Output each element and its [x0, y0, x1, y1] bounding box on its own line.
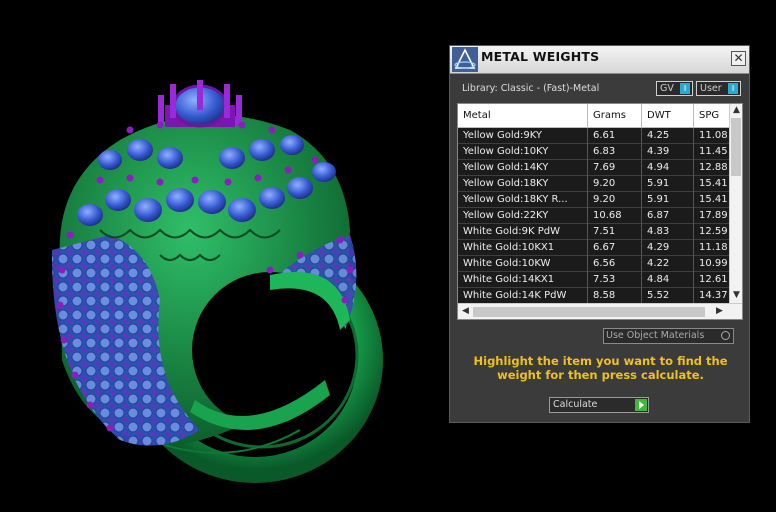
dwt-cell: 4.83 [642, 224, 694, 240]
center-stone [158, 80, 242, 128]
dwt-cell: 5.91 [642, 192, 694, 208]
grams-cell: 6.61 [588, 128, 642, 144]
calculate-label: Calculate [553, 399, 598, 410]
dwt-cell: 6.87 [642, 208, 694, 224]
vertical-scroll-thumb[interactable] [731, 118, 741, 176]
grams-cell: 8.58 [588, 288, 642, 304]
scroll-up-icon[interactable]: ▲ [730, 105, 742, 115]
table-row[interactable]: Yellow Gold:18KY R... 9.20 5.91 15.41 [458, 192, 734, 208]
spg-cell: 11.45 [694, 144, 734, 160]
grams-cell: 10.68 [588, 208, 642, 224]
spg-cell: 17.89 [694, 208, 734, 224]
close-button[interactable]: ✕ [731, 51, 746, 66]
table-row[interactable]: Yellow Gold:9KY 6.61 4.25 11.08 [458, 128, 734, 144]
scroll-right-icon[interactable]: ▶ [713, 306, 726, 316]
column-header-spg[interactable]: SPG [694, 104, 734, 127]
grams-cell: 7.53 [588, 272, 642, 288]
table-row[interactable]: White Gold:10KW 6.56 4.22 10.99 [458, 256, 734, 272]
grams-cell: 7.51 [588, 224, 642, 240]
grams-cell: 6.67 [588, 240, 642, 256]
metal-cell: White Gold:9K PdW [458, 224, 588, 240]
scroll-left-icon[interactable]: ◀ [459, 306, 472, 316]
vertical-scrollbar[interactable]: ▲ ▼ [729, 104, 742, 303]
grams-cell: 9.20 [588, 192, 642, 208]
spg-cell: 14.37 [694, 288, 734, 304]
spg-cell: 12.59 [694, 224, 734, 240]
app-logo-icon [452, 47, 478, 72]
user-toggle[interactable]: User I [696, 81, 741, 96]
table-row[interactable]: Yellow Gold:10KY 6.83 4.39 11.45 [458, 144, 734, 160]
metal-cell: White Gold:14KX1 [458, 272, 588, 288]
dwt-cell: 4.29 [642, 240, 694, 256]
metal-weights-table: Metal Grams DWT SPG Yellow Gold:9KY 6.61 4… [457, 103, 743, 320]
grams-cell: 6.83 [588, 144, 642, 160]
grams-cell: 9.20 [588, 176, 642, 192]
metal-cell: Yellow Gold:22KY [458, 208, 588, 224]
user-toggle-indicator-icon: I [728, 83, 738, 94]
metal-cell: Yellow Gold:18KY R... [458, 192, 588, 208]
table-header: Metal Grams DWT SPG [458, 104, 734, 128]
dwt-cell: 5.91 [642, 176, 694, 192]
table-row[interactable]: White Gold:9K PdW 7.51 4.83 12.59 [458, 224, 734, 240]
metal-weights-panel: METAL WEIGHTS ✕ Library: Classic - (Fast… [449, 45, 750, 423]
dwt-cell: 4.39 [642, 144, 694, 160]
instruction-text: Highlight the item you want to find the … [473, 354, 728, 382]
ring-model [51, 80, 383, 483]
horizontal-scroll-thumb[interactable] [473, 307, 705, 317]
grams-cell: 6.56 [588, 256, 642, 272]
panel-title: METAL WEIGHTS [481, 49, 600, 64]
dwt-cell: 4.25 [642, 128, 694, 144]
metal-cell: Yellow Gold:9KY [458, 128, 588, 144]
gv-toggle-label: GV [660, 83, 674, 94]
library-label: Library: Classic - (Fast)-Metal [462, 83, 600, 94]
gv-toggle-indicator-icon: I [680, 83, 690, 94]
spg-cell: 15.41 [694, 176, 734, 192]
metal-cell: White Gold:14K PdW [458, 288, 588, 304]
3d-viewport[interactable] [0, 0, 448, 512]
radio-icon[interactable] [721, 331, 730, 340]
user-toggle-label: User [700, 83, 722, 94]
scroll-down-icon[interactable]: ▼ [730, 290, 742, 300]
column-header-grams[interactable]: Grams [588, 104, 642, 127]
table-row[interactable]: White Gold:10KX1 6.67 4.29 11.18 [458, 240, 734, 256]
dwt-cell: 4.94 [642, 160, 694, 176]
dwt-cell: 4.84 [642, 272, 694, 288]
play-icon[interactable] [635, 399, 647, 411]
table-row[interactable]: Yellow Gold:22KY 10.68 6.87 17.89 [458, 208, 734, 224]
grams-cell: 7.69 [588, 160, 642, 176]
metal-cell: Yellow Gold:18KY [458, 176, 588, 192]
horizontal-scrollbar[interactable]: ◀ ▶ [458, 303, 742, 319]
use-object-materials-option[interactable]: Use Object Materials [603, 328, 734, 344]
spg-cell: 12.61 [694, 272, 734, 288]
spg-cell: 12.88 [694, 160, 734, 176]
panel-titlebar[interactable]: METAL WEIGHTS ✕ [450, 46, 749, 74]
gv-toggle[interactable]: GV I [656, 81, 693, 96]
close-icon: ✕ [733, 51, 744, 65]
spg-cell: 11.18 [694, 240, 734, 256]
dwt-cell: 4.22 [642, 256, 694, 272]
metal-cell: White Gold:10KX1 [458, 240, 588, 256]
table-row[interactable]: Yellow Gold:18KY 9.20 5.91 15.41 [458, 176, 734, 192]
column-header-dwt[interactable]: DWT [642, 104, 694, 127]
column-header-metal[interactable]: Metal [458, 104, 588, 127]
table-row[interactable]: Yellow Gold:14KY 7.69 4.94 12.88 [458, 160, 734, 176]
table-row[interactable]: White Gold:14KX1 7.53 4.84 12.61 [458, 272, 734, 288]
metal-cell: Yellow Gold:14KY [458, 160, 588, 176]
spg-cell: 11.08 [694, 128, 734, 144]
table-row[interactable]: White Gold:14K PdW 8.58 5.52 14.37 [458, 288, 734, 304]
metal-cell: White Gold:10KW [458, 256, 588, 272]
spg-cell: 15.41 [694, 192, 734, 208]
dwt-cell: 5.52 [642, 288, 694, 304]
calculate-button[interactable]: Calculate [549, 397, 649, 413]
metal-cell: Yellow Gold:10KY [458, 144, 588, 160]
use-object-materials-label: Use Object Materials [606, 330, 705, 341]
spg-cell: 10.99 [694, 256, 734, 272]
